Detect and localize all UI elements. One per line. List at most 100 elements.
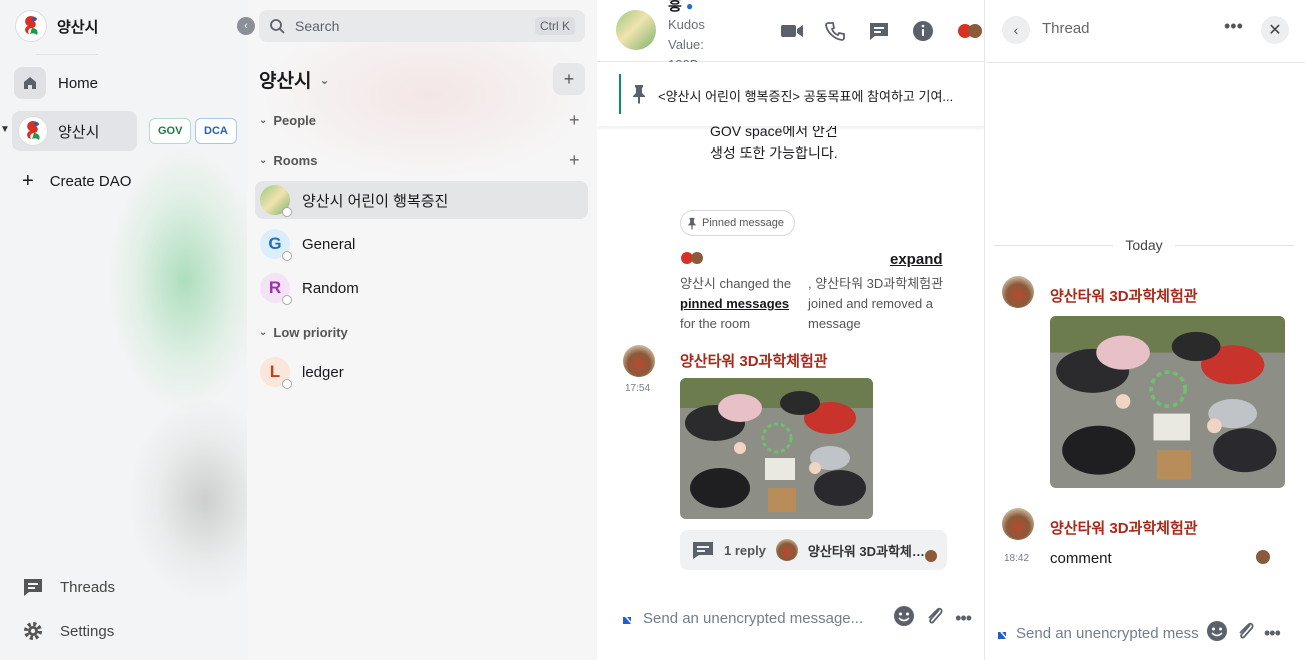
back-button[interactable]: ‹ — [1002, 16, 1030, 44]
nav-home[interactable]: Home — [14, 67, 98, 99]
space-item-current[interactable]: ▼ 양산시 — [0, 111, 137, 151]
thread-summary[interactable]: 1 reply 양산타워 3D과학체험관 — [680, 530, 947, 570]
divider — [36, 54, 98, 55]
thread-title: Thread — [1042, 20, 1090, 37]
thread-panel: ‹ Thread ••• ✕ Today 양산타워 3D과학체험관 양산타워 3… — [986, 0, 1305, 660]
collapse-sidebar-button[interactable]: ‹ — [237, 17, 255, 35]
message-time: 17:54 — [625, 383, 651, 394]
sender-name[interactable]: 양산타워 3D과학체험관 — [680, 350, 828, 371]
nav-settings[interactable]: Settings — [22, 620, 114, 642]
pinned-chip-label: Pinned message — [702, 217, 784, 229]
section-label: Rooms — [273, 153, 318, 168]
create-dao-button[interactable]: + Create DAO — [22, 170, 131, 193]
room-name[interactable]: 흥 ● — [668, 0, 693, 15]
event-summary: 양산시 changed the pinned messages for the … — [680, 276, 792, 331]
event-summary-members: , 양산타워 3D과학체험관 joined and removed a mess… — [808, 276, 944, 331]
room-avatar — [260, 185, 292, 217]
section-people[interactable]: ⌄ People — [259, 113, 316, 128]
chevron-down-icon: ⌄ — [259, 327, 268, 338]
room-item[interactable]: R Random — [255, 269, 588, 307]
plus-icon: + — [22, 170, 34, 192]
room-avatar[interactable] — [616, 10, 656, 50]
chat-icon[interactable] — [866, 18, 892, 44]
room-item[interactable]: 양산시 어린이 행복증진 — [255, 181, 588, 219]
home-icon — [14, 67, 46, 99]
city-logo-icon — [18, 116, 48, 146]
dca-tag[interactable]: DCA — [195, 118, 237, 144]
gov-tag[interactable]: GOV — [149, 118, 192, 144]
pin-icon — [688, 217, 696, 230]
create-dao-label: Create DAO — [49, 173, 132, 190]
more-options-icon[interactable]: ••• — [1264, 623, 1281, 644]
thread-photo[interactable] — [1050, 316, 1285, 488]
search-shortcut: Ctrl K — [535, 17, 575, 35]
more-options-icon[interactable]: ••• — [955, 608, 972, 629]
emoji-icon[interactable] — [1206, 620, 1228, 646]
section-label: Low priority — [273, 325, 348, 340]
emoji-icon[interactable] — [893, 605, 915, 631]
room-item[interactable]: G General — [255, 225, 588, 263]
message-composer[interactable]: Send an unencrypted message... ••• — [621, 604, 972, 632]
composer-placeholder: Send an unencrypted message... — [643, 609, 864, 627]
reply-sender: 양산타워 3D과학체험관 — [807, 543, 926, 559]
pin-icon — [633, 85, 645, 104]
space-item-label: 양산시 — [58, 123, 100, 141]
message-photo[interactable] — [680, 378, 873, 519]
room-name: Random — [302, 279, 359, 297]
thread-composer[interactable]: Send an unencrypted message... ••• — [996, 620, 1296, 646]
composer-placeholder: Send an unencrypted message... — [1016, 624, 1198, 642]
reply-count: 1 reply — [724, 542, 766, 558]
search-input[interactable]: Search Ctrl K — [259, 10, 585, 42]
reply-text: comment — [1050, 550, 1112, 567]
member-avatars[interactable] — [957, 18, 983, 44]
sender-name[interactable]: 양산타워 3D과학체험관 — [1050, 517, 1198, 538]
avatar — [691, 252, 703, 264]
expand-link[interactable]: expand — [890, 251, 943, 268]
thread-icon — [693, 542, 713, 559]
section-label: People — [273, 113, 317, 128]
lock-icon — [621, 611, 633, 625]
sender-avatar[interactable] — [1002, 508, 1034, 540]
pin-indicator — [619, 74, 621, 114]
chevron-down-icon[interactable]: ▼ — [0, 124, 10, 135]
gear-icon — [24, 622, 42, 640]
chevron-down-icon: ⌄ — [319, 72, 330, 87]
space-header[interactable]: 양산시 — [15, 10, 98, 42]
room-avatar: L — [260, 357, 292, 389]
more-options-icon[interactable]: ••• — [1224, 16, 1243, 37]
sender-avatar[interactable] — [623, 345, 655, 377]
pinned-banner[interactable]: <양산시 어린이 행복증진> 공동목표에 참여하고 기여... — [597, 62, 984, 126]
add-button[interactable]: + — [553, 63, 585, 95]
room-name: General — [302, 235, 356, 253]
sender-avatar[interactable] — [1002, 276, 1034, 308]
pinned-messages-link[interactable]: pinned messages — [680, 296, 789, 311]
room-list-panel: Search Ctrl K 양산시 ⌄ + ⌄ People + ⌄ Rooms… — [247, 0, 597, 660]
close-button[interactable]: ✕ — [1261, 16, 1289, 44]
read-receipt-avatar — [1256, 550, 1270, 564]
message-body: GOV space에서 안건 생성 또한 가능합니다. — [710, 123, 838, 161]
date-separator: Today — [994, 237, 1295, 253]
sender-name[interactable]: 양산타워 3D과학체험관 — [1050, 285, 1198, 306]
room-item[interactable]: L ledger — [255, 353, 588, 391]
nav-threads[interactable]: Threads — [22, 576, 115, 598]
threads-label: Threads — [60, 578, 116, 596]
add-room-button[interactable]: + — [569, 150, 580, 171]
message-time: 18:42 — [1004, 553, 1030, 564]
pinned-message-chip[interactable]: Pinned message — [680, 210, 795, 236]
section-low-priority[interactable]: ⌄ Low priority — [259, 325, 348, 340]
attachment-icon[interactable] — [925, 605, 945, 631]
voice-call-icon[interactable] — [822, 18, 848, 44]
search-placeholder: Search — [295, 18, 340, 34]
video-call-icon[interactable] — [779, 18, 805, 44]
chevron-down-icon: ⌄ — [259, 115, 268, 126]
home-label: Home — [58, 74, 99, 92]
attachment-icon[interactable] — [1236, 620, 1256, 646]
divider — [986, 62, 1305, 63]
room-avatar: R — [260, 273, 292, 305]
city-logo — [15, 10, 47, 42]
room-name: 양산시 어린이 행복증진 — [302, 192, 449, 210]
info-icon[interactable] — [910, 18, 936, 44]
section-rooms[interactable]: ⌄ Rooms — [259, 153, 317, 168]
add-person-button[interactable]: + — [569, 110, 580, 131]
space-title-menu[interactable]: 양산시 ⌄ — [259, 66, 330, 93]
